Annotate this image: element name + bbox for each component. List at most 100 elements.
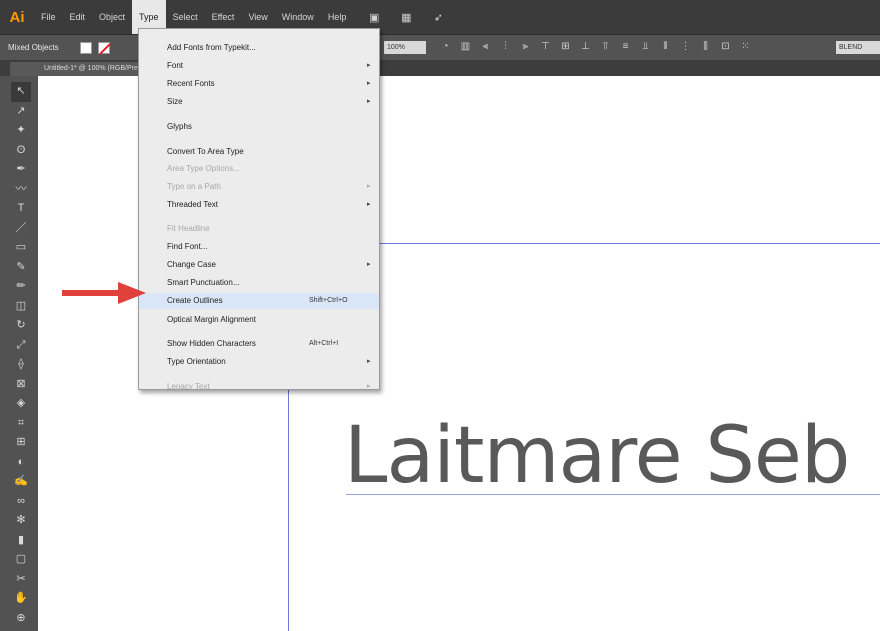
curvature-tool-icon[interactable]: 〰 xyxy=(11,180,31,200)
lasso-tool-icon[interactable]: ʘ xyxy=(11,141,31,161)
menu-item-label: Add Fonts from Typekit... xyxy=(167,43,256,52)
menu-item-label: Find Font... xyxy=(167,242,208,251)
type-tool-icon[interactable]: T xyxy=(11,199,31,219)
reference-point-icon[interactable]: ⁙ xyxy=(740,40,751,54)
column-graph-tool-icon[interactable]: ▮ xyxy=(11,531,31,551)
menu-item-label: Size xyxy=(167,97,183,106)
menu-item-label: Area Type Options... xyxy=(167,164,240,173)
magic-wand-tool-icon[interactable]: ✦ xyxy=(11,121,31,141)
type-menu-item-type-on-a-path: Type on a Path ▸ xyxy=(139,179,379,195)
distribute-left-icon[interactable]: ⦀ xyxy=(660,40,671,54)
type-menu-dropdown: Add Fonts from Typekit... Font ▸ Recent Fon… xyxy=(138,28,380,391)
line-segment-tool-icon[interactable]: ／ xyxy=(11,219,31,239)
submenu-arrow-icon: ▸ xyxy=(367,98,371,105)
free-transform-tool-icon[interactable]: ⊠ xyxy=(11,375,31,395)
submenu-arrow-icon: ▸ xyxy=(367,383,371,390)
mesh-tool-icon[interactable]: ⊞ xyxy=(11,433,31,453)
distribute-right-icon[interactable]: ⫼ xyxy=(700,40,711,54)
shape-builder-tool-icon[interactable]: ◈ xyxy=(11,394,31,414)
menu-item-label: Show Hidden Characters xyxy=(167,339,256,348)
align-middle-icon[interactable]: ⊞ xyxy=(560,40,571,54)
recolor-icon[interactable]: ◔ xyxy=(440,40,451,54)
align-options-icon[interactable]: ▥ xyxy=(460,40,471,54)
blend-tool-icon[interactable]: ∞ xyxy=(11,492,31,512)
symbol-sprayer-tool-icon[interactable]: ✻ xyxy=(11,511,31,531)
type-menu-item-area-type-options: Area Type Options... xyxy=(139,161,379,177)
menu-item-label: Recent Fonts xyxy=(167,79,215,88)
menu-item-label: Convert To Area Type xyxy=(167,147,244,156)
align-bottom-icon[interactable]: ⊥ xyxy=(580,40,591,54)
tools-panel: ↖ ↗ ✦ ʘ ✒ 〰 T ／ ▭ ✎ ✏ ◫ ↻ ⤢ ⟠ ⊠ ◈ ⌗ ⊞ ◐ ✍ ∞ ✻ ▮ ▢ ✂ ✋ ⊕ xyxy=(0,76,38,631)
bridge-icon[interactable]: ▣ xyxy=(363,11,385,24)
submenu-arrow-icon: ▸ xyxy=(367,358,371,365)
gpu-rocket-icon[interactable]: ➶ xyxy=(427,11,449,24)
blend-field[interactable]: BLEND xyxy=(836,41,880,54)
menu-file[interactable]: File xyxy=(34,0,63,34)
type-menu-item-create-outlines[interactable]: Create Outlines Shift+Ctrl+O xyxy=(139,293,379,309)
rotate-tool-icon[interactable]: ↻ xyxy=(11,316,31,336)
pencil-tool-icon[interactable]: ✏ xyxy=(11,277,31,297)
menu-bar: Ai File Edit Object Type Select Effect V… xyxy=(0,0,880,34)
rectangle-tool-icon[interactable]: ▭ xyxy=(11,238,31,258)
eraser-tool-icon[interactable]: ◫ xyxy=(11,297,31,317)
submenu-arrow-icon: ▸ xyxy=(367,201,371,208)
menu-item-label: Legacy Text xyxy=(167,382,210,391)
align-top-icon[interactable]: ⊤ xyxy=(540,40,551,54)
red-arrow-icon xyxy=(62,282,146,304)
hand-tool-icon[interactable]: ✋ xyxy=(11,589,31,609)
type-menu-item-find-font[interactable]: Find Font... xyxy=(139,239,379,255)
selection-tool-icon[interactable]: ↖ xyxy=(11,82,31,102)
menu-item-label: Fit Headline xyxy=(167,224,210,233)
type-menu-item-smart-punctuation[interactable]: Smart Punctuation... xyxy=(139,275,379,291)
type-menu-item-convert-to-area-type[interactable]: Convert To Area Type xyxy=(139,144,379,160)
type-menu-item-glyphs[interactable]: Glyphs xyxy=(139,119,379,135)
align-right-icon[interactable]: ⫸ xyxy=(520,40,531,54)
menu-item-shortcut: Alt+Ctrl+I xyxy=(309,340,339,347)
menu-item-label: Font xyxy=(167,61,184,70)
distribute-hcenter-icon[interactable]: ⋮ xyxy=(680,40,691,54)
arrange-documents-icon[interactable]: ▦ xyxy=(395,11,417,24)
zoom-tool-icon[interactable]: ⊕ xyxy=(11,609,31,629)
type-menu-item-show-hidden-characters[interactable]: Show Hidden Characters Alt+Ctrl+I xyxy=(139,336,379,352)
submenu-arrow-icon: ▸ xyxy=(367,183,371,190)
transform-icon[interactable]: ⊡ xyxy=(720,40,731,54)
align-center-icon[interactable]: ⫶ xyxy=(500,40,511,54)
paintbrush-tool-icon[interactable]: ✎ xyxy=(11,258,31,278)
type-menu-item-optical-margin-alignment[interactable]: Optical Margin Alignment xyxy=(139,312,379,328)
selection-type-label: Mixed Objects xyxy=(8,43,59,52)
fill-swatch[interactable] xyxy=(80,41,92,54)
menu-edit[interactable]: Edit xyxy=(63,0,93,34)
pen-tool-icon[interactable]: ✒ xyxy=(11,160,31,180)
type-menu-item-threaded-text[interactable]: Threaded Text ▸ xyxy=(139,197,379,213)
type-menu-item-font[interactable]: Font ▸ xyxy=(139,58,379,74)
perspective-grid-tool-icon[interactable]: ⌗ xyxy=(11,414,31,434)
scale-tool-icon[interactable]: ⤢ xyxy=(11,336,31,356)
menu-item-label: Type Orientation xyxy=(167,357,226,366)
eyedropper-tool-icon[interactable]: ✍ xyxy=(11,472,31,492)
menu-object[interactable]: Object xyxy=(92,0,132,34)
distribute-center-icon[interactable]: ≡ xyxy=(620,40,631,54)
document-tab[interactable]: Untitled-1* @ 100% (RGB/Preview) xyxy=(10,62,138,76)
menu-item-label: Type on a Path xyxy=(167,182,221,191)
type-menu-item-change-case[interactable]: Change Case ▸ xyxy=(139,257,379,273)
submenu-arrow-icon: ▸ xyxy=(367,62,371,69)
distribute-bottom-icon[interactable]: ⫫ xyxy=(640,40,651,54)
artboard-tool-icon[interactable]: ▢ xyxy=(11,550,31,570)
distribute-top-icon[interactable]: ⫪ xyxy=(600,40,611,54)
submenu-arrow-icon: ▸ xyxy=(367,261,371,268)
direct-selection-tool-icon[interactable]: ↗ xyxy=(11,102,31,122)
slice-tool-icon[interactable]: ✂ xyxy=(11,570,31,590)
type-menu-item-recent-fonts[interactable]: Recent Fonts ▸ xyxy=(139,76,379,92)
canvas-text[interactable]: Laitmare Seb xyxy=(344,408,850,504)
stroke-swatch[interactable] xyxy=(98,41,110,54)
type-menu-item-size[interactable]: Size ▸ xyxy=(139,94,379,110)
menu-item-label: Threaded Text xyxy=(167,200,218,209)
gradient-tool-icon[interactable]: ◐ xyxy=(11,453,31,473)
opacity-field[interactable]: 100% xyxy=(384,41,426,54)
type-menu-item-type-orientation[interactable]: Type Orientation ▸ xyxy=(139,354,379,370)
width-tool-icon[interactable]: ⟠ xyxy=(11,355,31,375)
type-menu-item-add-fonts-from-typekit[interactable]: Add Fonts from Typekit... xyxy=(139,40,379,56)
align-left-icon[interactable]: ⫷ xyxy=(480,40,491,54)
menu-item-label: Change Case xyxy=(167,260,216,269)
menu-item-label: Optical Margin Alignment xyxy=(167,315,256,324)
